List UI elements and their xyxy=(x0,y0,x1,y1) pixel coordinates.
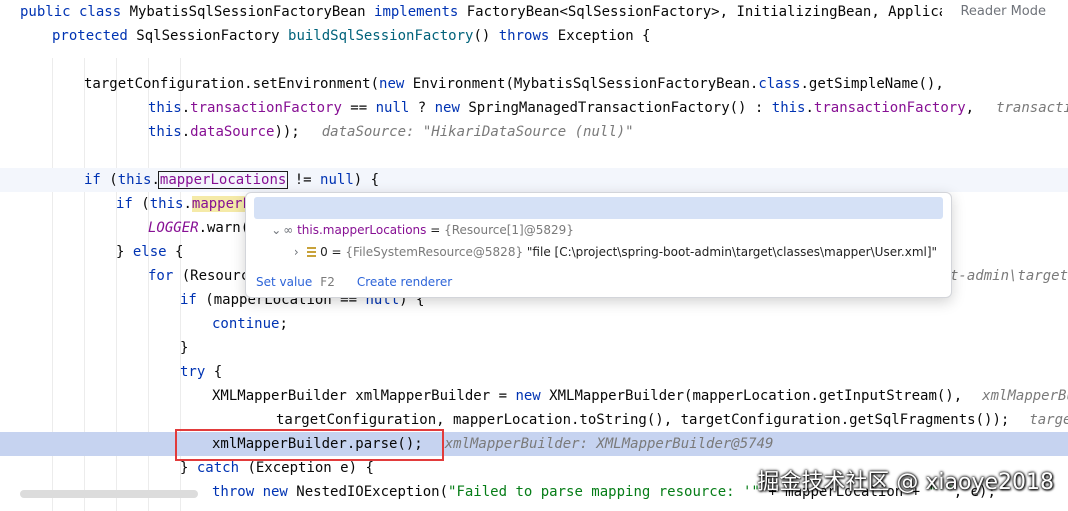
reader-mode-button[interactable]: Reader Mode xyxy=(942,0,1068,24)
popup-footer: Set value F2 Create renderer xyxy=(256,273,452,291)
set-value-link[interactable]: Set value xyxy=(256,275,312,289)
code-line[interactable]: try { xyxy=(0,360,1068,384)
variable-row-element-0[interactable]: › 0 = {FileSystemResource@5828} "file [C… xyxy=(254,219,943,259)
code-line[interactable]: } xyxy=(0,336,1068,360)
list-icon xyxy=(307,247,317,257)
inline-debug-hint: t-admin\target\ xyxy=(950,268,1068,284)
code-line-current[interactable]: if (this.mapperLocations != null) { xyxy=(0,168,1068,192)
shortcut-label: F2 xyxy=(320,275,335,289)
watermark: 掘金技术社区 @ xiaoye2018 xyxy=(757,470,1054,495)
debug-value-popup[interactable]: ⌄ ∞ this.mapperLocations = {Resource[1]@5… xyxy=(245,192,952,298)
chevron-right-icon[interactable]: › xyxy=(289,241,303,263)
inline-debug-hint: targetConf xyxy=(1029,412,1068,428)
code-line[interactable]: this.dataSource)); dataSource: "HikariDat… xyxy=(0,120,1068,144)
annotation-highlight-box xyxy=(175,429,444,461)
code-line[interactable]: continue; xyxy=(0,312,1068,336)
execution-point-line[interactable]: xmlMapperBuilder.parse(); xmlMapperBuilde… xyxy=(0,432,1068,456)
code-line[interactable]: targetConfiguration, mapperLocation.toSt… xyxy=(0,408,1068,432)
inline-debug-hint: transactionFact xyxy=(996,100,1068,116)
code-line[interactable]: this.transactionFactory == null ? new Sp… xyxy=(0,96,1068,120)
inline-debug-hint: xmlMapperBuilder: XMLMapperBuilder@5749 xyxy=(444,436,774,452)
code-line[interactable]: XMLMapperBuilder xmlMapperBuilder = new … xyxy=(0,384,1068,408)
inline-debug-hint: dataSource: "HikariDataSource (null)" xyxy=(321,124,634,140)
code-line[interactable]: public class MybatisSqlSessionFactoryBea… xyxy=(0,0,1068,24)
code-line[interactable]: protected SqlSessionFactory buildSqlSess… xyxy=(0,24,1068,48)
variable-row-mapper-locations[interactable]: ⌄ ∞ this.mapperLocations = {Resource[1]@5… xyxy=(254,197,943,237)
inline-debug-hint: xmlMapperBuilder xyxy=(982,388,1068,404)
code-line[interactable]: targetConfiguration.setEnvironment(new E… xyxy=(0,72,1068,96)
hovered-field[interactable]: mapperLocations xyxy=(157,171,289,189)
create-renderer-link[interactable]: Create renderer xyxy=(357,275,452,289)
horizontal-scrollbar[interactable] xyxy=(20,490,198,498)
